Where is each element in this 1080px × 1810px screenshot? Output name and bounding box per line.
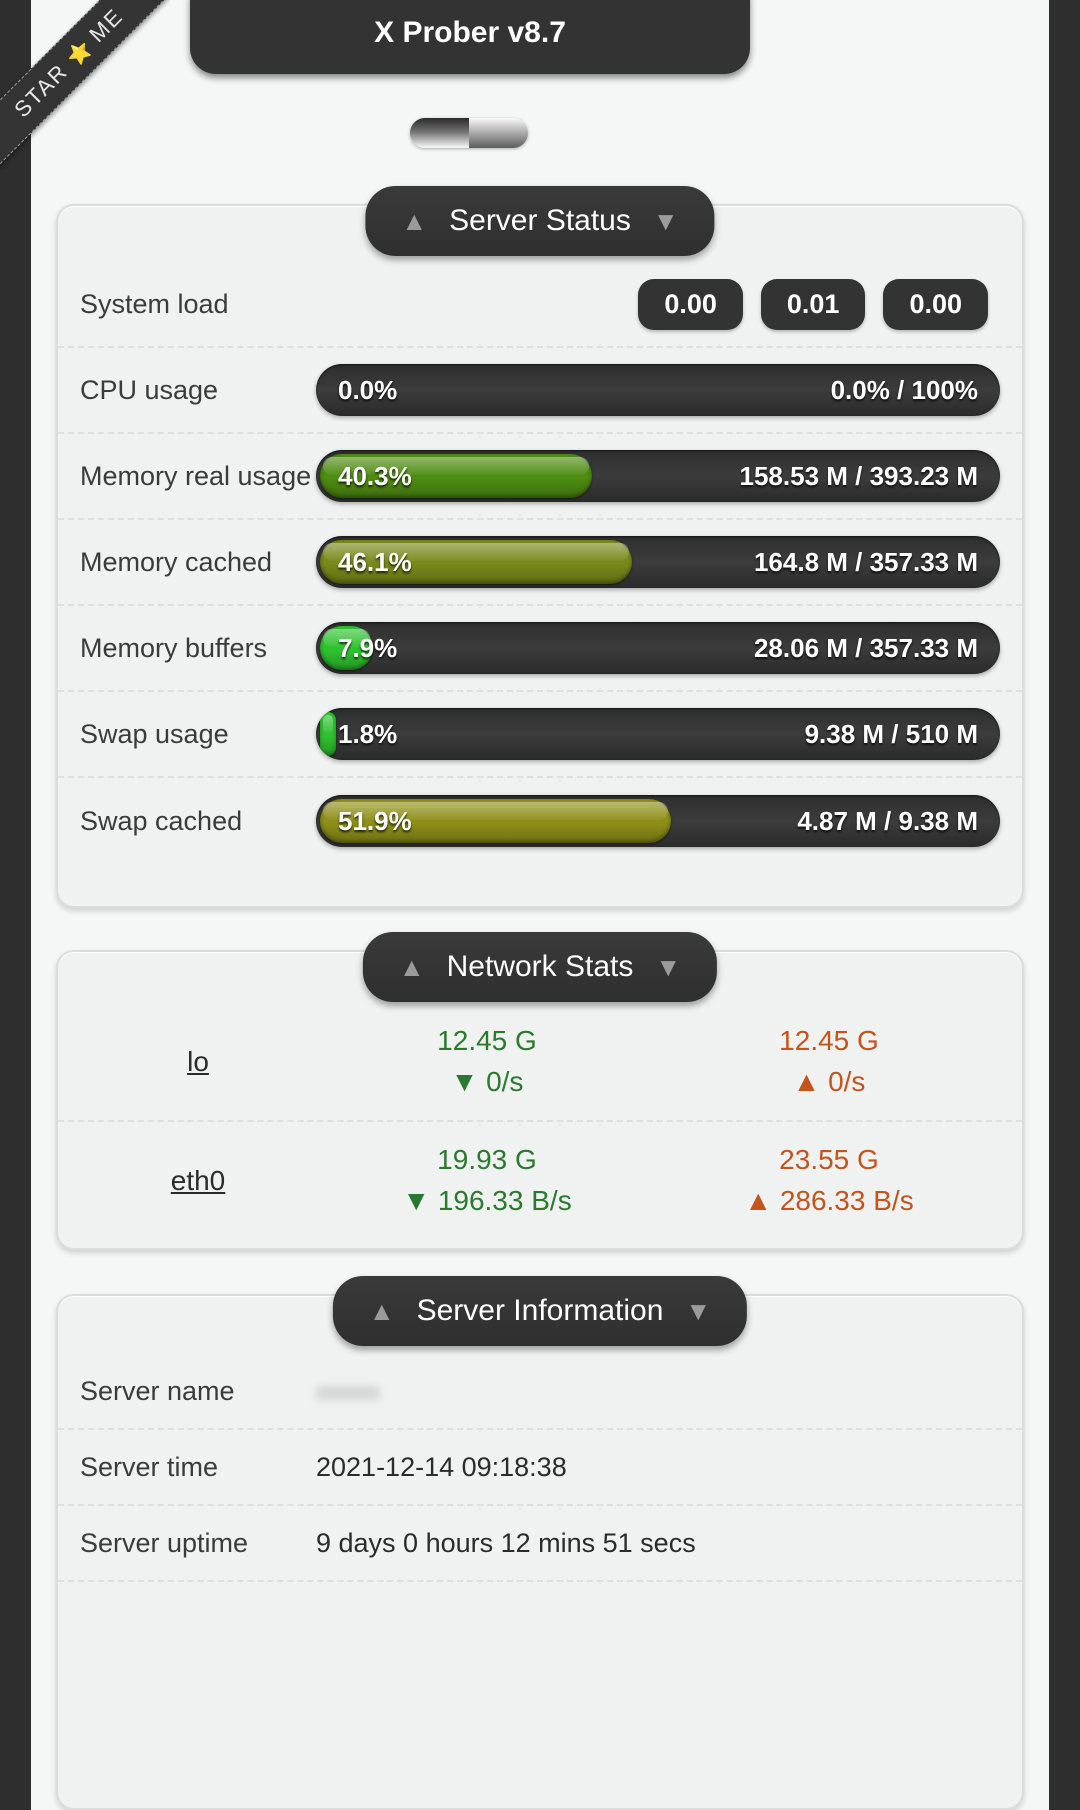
label-server-time: Server time xyxy=(80,1451,219,1482)
row-swap-usage: Swap usage 1.8% 9.38 M / 510 M xyxy=(58,692,1022,778)
lo-rx-speed: 0/s xyxy=(486,1066,524,1097)
download-arrow-icon: ▼ xyxy=(402,1185,431,1216)
collapse-down-icon[interactable]: ▼ xyxy=(655,954,681,980)
server-information-card: Server name Server time 2021-12-14 09:18… xyxy=(56,1294,1024,1810)
load-badge-3: 0.00 xyxy=(883,278,988,330)
progress-cpu-usage: 0.0% 0.0% / 100% xyxy=(316,364,1000,416)
row-memory-cached: Memory cached 46.1% 164.8 M / 357.33 M xyxy=(58,520,1022,606)
server-information-header[interactable]: ▲ Server Information ▼ xyxy=(332,1276,748,1346)
info-row-server-time: Server time 2021-12-14 09:18:38 xyxy=(58,1430,1022,1506)
network-upload-lo: 12.45 G ▲ 0/s xyxy=(658,1021,1000,1102)
eth0-tx-speed: 286.33 B/s xyxy=(779,1185,914,1216)
memory-real-percent: 40.3% xyxy=(338,460,412,491)
network-stats-header[interactable]: ▲ Network Stats ▼ xyxy=(362,932,718,1002)
interface-name-lo[interactable]: lo xyxy=(80,1046,316,1078)
info-row-server-uptime: Server uptime 9 days 0 hours 12 mins 51 … xyxy=(58,1506,1022,1582)
load-badge-1: 0.00 xyxy=(638,278,743,330)
collapse-up-icon[interactable]: ▲ xyxy=(399,954,425,980)
network-stats-title: Network Stats xyxy=(446,950,634,983)
label-system-load: System load xyxy=(80,288,229,319)
progress-memory-cached: 46.1% 164.8 M / 357.33 M xyxy=(316,536,1000,588)
lo-tx-total: 12.45 G xyxy=(779,1025,879,1057)
row-swap-cached: Swap cached 51.9% 4.87 M / 9.38 M xyxy=(58,778,1022,864)
page-title: X Prober v8.7 xyxy=(374,16,566,49)
network-download-lo: 12.45 G ▼ 0/s xyxy=(316,1021,658,1102)
row-system-load: System load 0.00 0.01 0.00 xyxy=(58,262,1022,348)
memory-cached-percent: 46.1% xyxy=(338,546,412,577)
collapse-up-icon[interactable]: ▲ xyxy=(401,208,427,234)
eth0-tx-total: 23.55 G xyxy=(779,1144,879,1176)
value-server-uptime: 9 days 0 hours 12 mins 51 secs xyxy=(316,1527,696,1558)
memory-real-amount: 158.53 M / 393.23 M xyxy=(739,460,978,491)
label-cpu-usage: CPU usage xyxy=(80,374,219,405)
row-memory-buffers: Memory buffers 7.9% 28.06 M / 357.33 M xyxy=(58,606,1022,692)
progress-memory-buffers: 7.9% 28.06 M / 357.33 M xyxy=(316,622,1000,674)
cpu-usage-amount: 0.0% / 100% xyxy=(830,374,978,405)
value-server-time: 2021-12-14 09:18:38 xyxy=(316,1451,567,1482)
theme-toggle[interactable] xyxy=(410,118,528,148)
collapse-down-icon[interactable]: ▼ xyxy=(685,1298,711,1324)
progress-swap-usage: 1.8% 9.38 M / 510 M xyxy=(316,708,1000,760)
swap-usage-percent: 1.8% xyxy=(338,718,398,749)
label-memory-cached: Memory cached xyxy=(80,546,273,577)
value-server-name xyxy=(316,1376,380,1407)
app-titlebar: X Prober v8.7 xyxy=(190,0,750,74)
row-memory-real: Memory real usage 40.3% 158.53 M / 393.2… xyxy=(58,434,1022,520)
label-swap-cached: Swap cached xyxy=(80,805,243,836)
collapse-down-icon[interactable]: ▼ xyxy=(653,208,679,234)
app-root: STAR ⭐ ME X Prober v8.7 System load 0.00… xyxy=(0,0,1080,1810)
label-memory-real: Memory real usage xyxy=(80,460,312,491)
network-upload-eth0: 23.55 G ▲ 286.33 B/s xyxy=(658,1140,1000,1221)
eth0-rx-speed: 196.33 B/s xyxy=(437,1185,572,1216)
collapse-up-icon[interactable]: ▲ xyxy=(369,1298,395,1324)
redacted-value xyxy=(316,1385,380,1400)
lo-tx-speed: 0/s xyxy=(828,1066,866,1097)
lo-rx-total: 12.45 G xyxy=(437,1025,537,1057)
eth0-rx-total: 19.93 G xyxy=(437,1144,537,1176)
label-server-uptime: Server uptime xyxy=(80,1527,249,1558)
memory-buffers-amount: 28.06 M / 357.33 M xyxy=(753,632,978,663)
label-swap-usage: Swap usage xyxy=(80,718,229,749)
memory-cached-amount: 164.8 M / 357.33 M xyxy=(753,546,978,577)
toggle-half-right[interactable] xyxy=(469,118,528,148)
toggle-half-left[interactable] xyxy=(410,118,469,148)
cpu-usage-percent: 0.0% xyxy=(338,374,398,405)
row-cpu-usage: CPU usage 0.0% 0.0% / 100% xyxy=(58,348,1022,434)
upload-arrow-icon: ▲ xyxy=(744,1185,773,1216)
load-badge-2: 0.01 xyxy=(760,278,866,330)
swap-cached-percent: 51.9% xyxy=(338,805,412,836)
memory-buffers-percent: 7.9% xyxy=(338,632,398,663)
server-status-card: System load 0.00 0.01 0.00 CPU usage 0.0… xyxy=(56,204,1024,908)
download-arrow-icon: ▼ xyxy=(450,1066,479,1097)
network-download-eth0: 19.93 G ▼ 196.33 B/s xyxy=(316,1140,658,1221)
system-load-badges: 0.00 0.01 0.00 xyxy=(316,278,1000,330)
info-row-server-name: Server name xyxy=(58,1354,1022,1430)
label-server-name: Server name xyxy=(80,1375,235,1406)
upload-arrow-icon: ▲ xyxy=(792,1066,821,1097)
network-row-eth0: eth0 19.93 G ▼ 196.33 B/s 23.55 G ▲ 286.… xyxy=(58,1122,1022,1240)
progress-swap-cached: 51.9% 4.87 M / 9.38 M xyxy=(316,795,1000,847)
server-information-title: Server Information xyxy=(416,1294,664,1327)
server-status-header[interactable]: ▲ Server Status ▼ xyxy=(365,186,715,256)
network-row-lo: lo 12.45 G ▼ 0/s 12.45 G ▲ 0/s xyxy=(58,1004,1022,1122)
swap-cached-amount: 4.87 M / 9.38 M xyxy=(797,805,978,836)
swap-usage-amount: 9.38 M / 510 M xyxy=(804,718,978,749)
interface-name-eth0[interactable]: eth0 xyxy=(80,1165,316,1197)
progress-memory-real: 40.3% 158.53 M / 393.23 M xyxy=(316,450,1000,502)
label-memory-buffers: Memory buffers xyxy=(80,632,268,663)
server-status-title: Server Status xyxy=(449,204,631,237)
